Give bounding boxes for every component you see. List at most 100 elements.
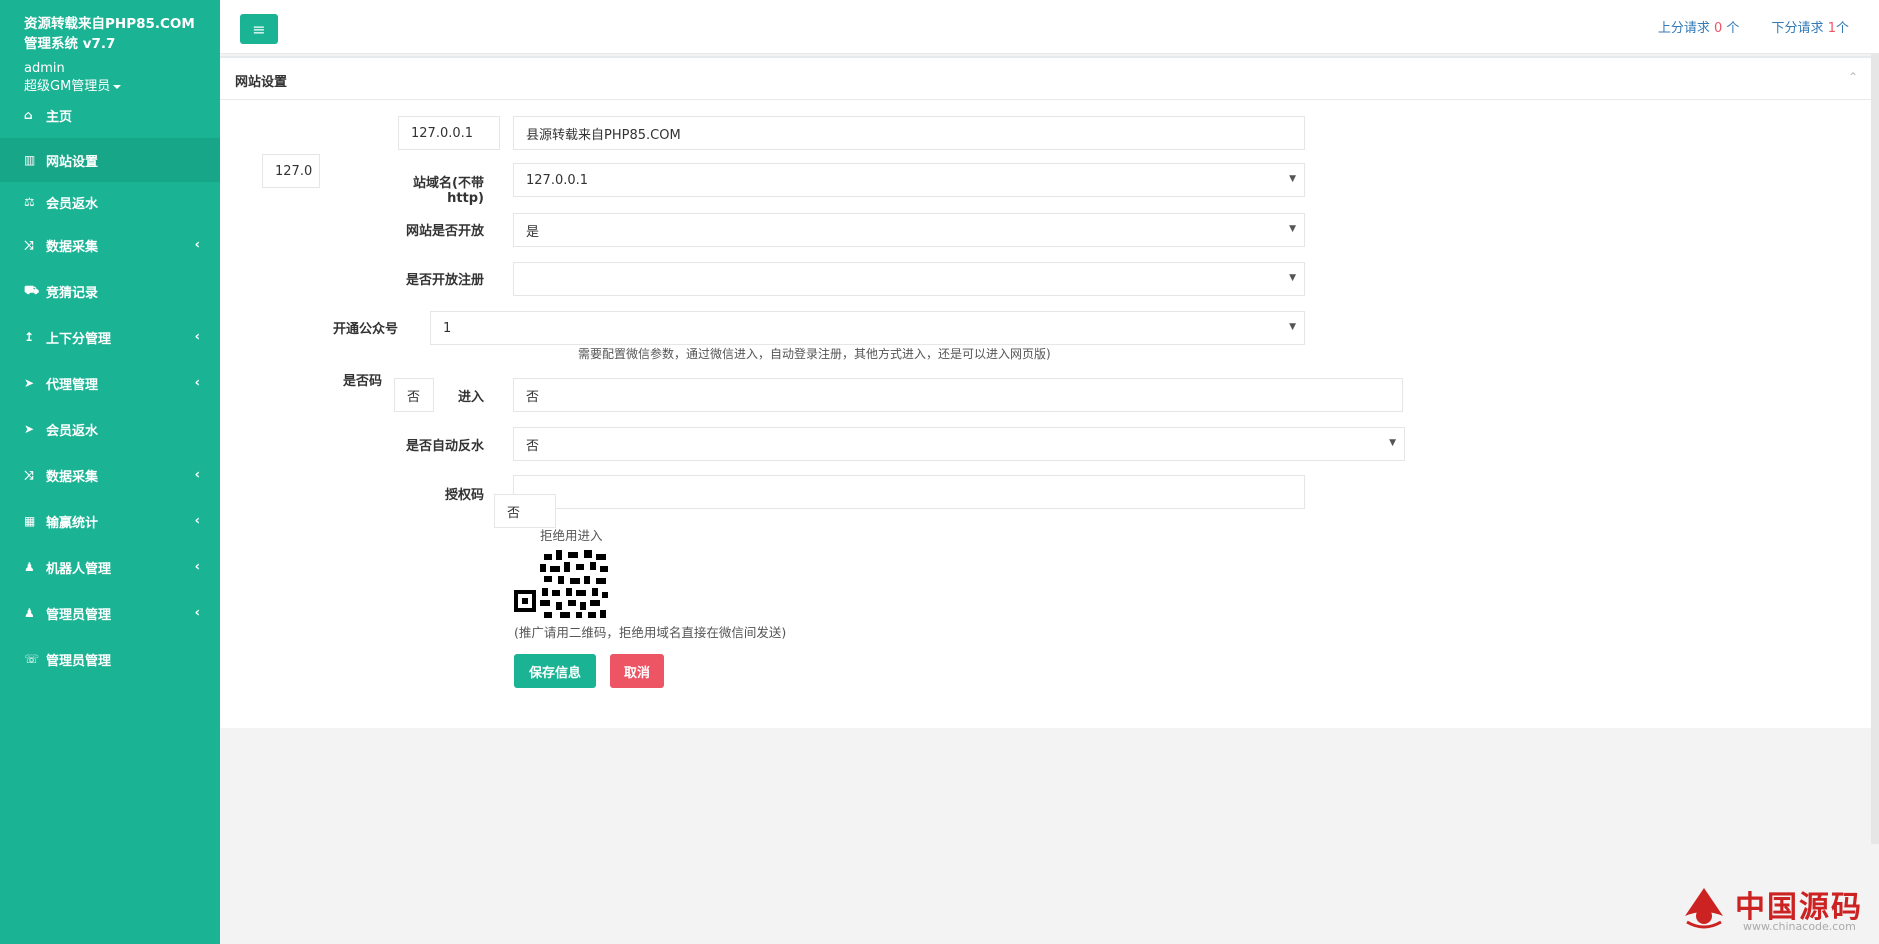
arrow-up-icon: ↥: [24, 330, 35, 344]
menu-toggle-button[interactable]: ≡: [240, 14, 278, 44]
bar-chart-icon: ▦: [24, 514, 36, 528]
top-bar: ≡ 上分请求 0 个 下分请求 1个: [220, 0, 1879, 54]
license-input[interactable]: [513, 475, 1305, 509]
sidebar-item-data-collection-2[interactable]: ⤨ 数据采集 ‹: [0, 452, 220, 498]
domain-label: 站域名(不带http): [413, 176, 484, 206]
chevron-left-icon: ‹: [194, 329, 200, 345]
hamburger-icon: ≡: [252, 19, 266, 39]
columns-icon: ▥: [24, 153, 36, 167]
sidebar-item-agent-management[interactable]: ➤ 代理管理 ‹: [0, 360, 220, 406]
watermark-url: www.chinacode.com: [1743, 920, 1856, 933]
sidebar-item-win-loss-stats[interactable]: ▦ 输赢统计 ‹: [0, 498, 220, 544]
down-request-label: 下分请求: [1771, 21, 1824, 36]
cancel-button[interactable]: 取消: [610, 654, 664, 688]
send-icon: ➤: [24, 422, 35, 436]
caret-down-icon: ▼: [1289, 224, 1296, 234]
wechat-help-text: 需要配置微信参数，通过微信进入，自动登录注册，其他方式进入，还是可以进入网页版): [578, 347, 1051, 361]
user-name: admin: [24, 61, 65, 76]
sidebar-nav: ⌂ 主页 ▥ 网站设置 ⚖ 会员返水 ⤨ 数据采集 ‹ ⛟ 竞猜记录 ↥ 上下分管理 ‹ ➤ 代理…: [0, 92, 220, 682]
sidebar-item-member-rebate[interactable]: ⚖ 会员返水: [0, 182, 220, 222]
up-request-unit: 个: [1726, 21, 1740, 36]
sidebar-item-label: 主页: [46, 109, 73, 125]
sidebar-item-label: 上下分管理: [46, 331, 112, 347]
sidebar-item-label: 数据采集: [46, 239, 99, 255]
site-open-value: 是: [526, 224, 540, 240]
chevron-left-icon: ‹: [194, 237, 200, 253]
up-request-label: 上分请求: [1657, 21, 1710, 36]
panel-header: 网站设置 ⌃: [220, 58, 1876, 100]
wechat-label: 开通公众号: [332, 322, 398, 337]
sidebar-item-label: 管理员管理: [46, 607, 112, 623]
up-request-count: 0: [1713, 21, 1723, 36]
sidebar-item-label: 会员返水: [46, 423, 99, 439]
block-prefix: 否: [394, 378, 434, 412]
sidebar-item-data-collection[interactable]: ⤨ 数据采集 ‹: [0, 222, 220, 268]
chevron-left-icon: ‹: [194, 375, 200, 391]
sidebar-item-label: 会员返水: [46, 196, 99, 212]
home-icon: ⌂: [24, 108, 33, 122]
block-select[interactable]: 否: [513, 378, 1403, 412]
sidebar-item-credit-management[interactable]: ↥ 上下分管理 ‹: [0, 314, 220, 360]
save-button[interactable]: 保存信息: [514, 654, 596, 688]
user-icon: ♟: [24, 606, 35, 620]
sidebar-item-label: 网站设置: [46, 154, 99, 170]
wechat-select[interactable]: 1 ▼: [430, 311, 1305, 345]
chevron-left-icon: ‹: [194, 559, 200, 575]
sidebar-item-member-rebate-2[interactable]: ➤ 会员返水: [0, 406, 220, 452]
register-select[interactable]: ▼: [513, 262, 1305, 296]
sidebar-item-admin-management-2[interactable]: ☏ 管理员管理: [0, 636, 220, 682]
sidebar-item-home[interactable]: ⌂ 主页: [0, 92, 220, 138]
shuffle-icon: ⤨: [24, 237, 34, 252]
site-open-select[interactable]: 是 ▼: [513, 213, 1305, 247]
app-title: 资源转载来自PHP85.COM管理系统 v7.7: [24, 16, 195, 52]
rebate-value: 否: [526, 438, 540, 454]
block-sub-label: 进入: [457, 390, 484, 405]
user-icon: ♟: [24, 560, 35, 574]
collapse-icon[interactable]: ⌃: [1848, 70, 1858, 84]
caret-down-icon: ▼: [1289, 174, 1296, 184]
up-request-link[interactable]: 上分请求 0 个: [1658, 21, 1740, 36]
shuffle-icon: ⤨: [24, 467, 34, 482]
chevron-left-icon: ‹: [194, 467, 200, 483]
balance-icon: ⚖: [24, 195, 35, 209]
down-request-count: 1: [1827, 21, 1836, 36]
site-name-prefix: 127.0.0.1: [398, 116, 500, 150]
panel-title: 网站设置: [235, 75, 288, 90]
sidebar-item-admin-management[interactable]: ♟ 管理员管理 ‹: [0, 590, 220, 636]
sidebar: 资源转载来自PHP85.COM管理系统 v7.7 admin 超级GM管理员 ⌂…: [0, 0, 220, 944]
domain-value: 127.0.0.1: [526, 172, 589, 188]
caret-down-icon: [113, 84, 122, 89]
sidebar-item-label: 竞猜记录: [46, 285, 99, 301]
watermark-logo: 中国源码 www.chinacode.com: [1679, 880, 1869, 936]
block-value: 否: [526, 389, 540, 405]
site-open-label: 网站是否开放: [405, 224, 484, 239]
chevron-left-icon: ‹: [194, 513, 200, 529]
down-request-unit: 个: [1835, 21, 1849, 36]
block-label: 是否码: [342, 374, 382, 389]
sidebar-item-label: 代理管理: [46, 377, 99, 393]
license-label: 授权码: [444, 488, 484, 503]
domain-select[interactable]: 127.0.0.1 ▼: [513, 163, 1305, 197]
sidebar-item-label: 输赢统计: [46, 515, 99, 531]
send-icon: ➤: [24, 376, 35, 390]
down-request-link[interactable]: 下分请求 1个: [1772, 21, 1849, 36]
caret-down-icon: ▼: [1289, 322, 1296, 332]
page-scrollbar[interactable]: [1871, 54, 1879, 844]
qr-code-image: [514, 548, 610, 620]
site-name-value: 县源转载来自PHP85.COM: [526, 127, 681, 143]
caret-down-icon: ▼: [1389, 438, 1396, 448]
rebate-select[interactable]: 否 ▼: [513, 427, 1405, 461]
chat-icon: ☏: [24, 652, 40, 666]
sidebar-item-site-settings[interactable]: ▥ 网站设置: [0, 138, 220, 182]
sidebar-item-label: 机器人管理: [46, 561, 112, 577]
chevron-left-icon: ‹: [194, 605, 200, 621]
reject-text: 拒绝用进入: [540, 528, 603, 543]
site-name-input[interactable]: 县源转载来自PHP85.COM: [513, 116, 1305, 150]
sidebar-item-robot-management[interactable]: ♟ 机器人管理 ‹: [0, 544, 220, 590]
caret-down-icon: ▼: [1289, 273, 1296, 283]
register-label: 是否开放注册: [405, 273, 484, 288]
domain-prefix: 127.0: [262, 154, 320, 188]
request-links: 上分请求 0 个 下分请求 1个: [1630, 17, 1849, 36]
sidebar-item-bet-records[interactable]: ⛟ 竞猜记录: [0, 268, 220, 314]
sidebar-item-label: 数据采集: [46, 469, 99, 485]
